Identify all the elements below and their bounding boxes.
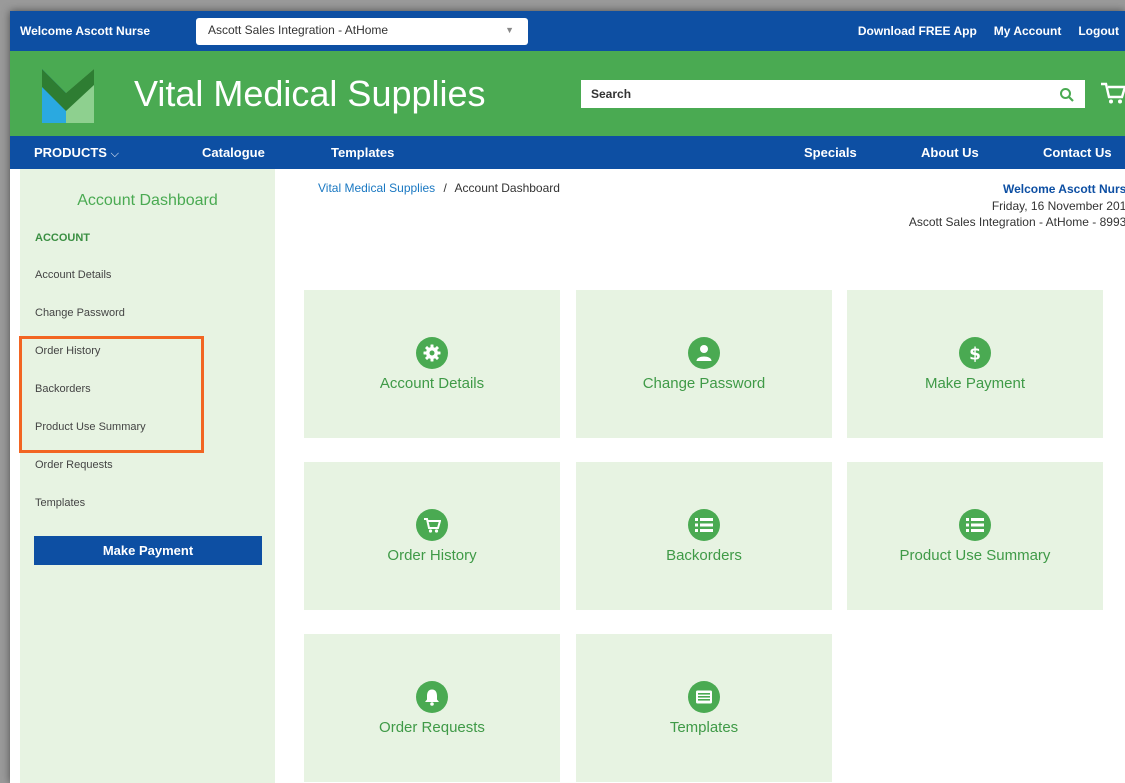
tile-label: Make Payment <box>924 375 1026 392</box>
logo[interactable] <box>42 65 98 123</box>
tile-account-details[interactable]: Account Details <box>304 290 560 438</box>
sidebar-item-order-requests[interactable]: Order Requests <box>35 459 113 471</box>
tile-label: Change Password <box>642 375 766 392</box>
user-info: Welcome Ascott Nurse Friday, 16 November… <box>909 181 1125 231</box>
chevron-down-icon: ⌵ <box>110 148 119 160</box>
page: Welcome Ascott Nurse Ascott Sales Integr… <box>10 11 1125 783</box>
my-account-link[interactable]: My Account <box>994 24 1062 38</box>
tile-make-payment[interactable]: $ Make Payment <box>847 290 1103 438</box>
tile-order-history[interactable]: Order History <box>304 462 560 610</box>
current-date: Friday, 16 November 2018 <box>991 198 1125 213</box>
tile-label: Backorders <box>666 547 742 564</box>
nav-products[interactable]: PRODUCTS ⌵ <box>34 145 119 161</box>
breadcrumb-current: Account Dashboard <box>454 181 560 195</box>
search-icon[interactable] <box>1059 87 1075 103</box>
highlight-annotation <box>19 336 204 453</box>
breadcrumb-separator: / <box>443 181 447 195</box>
account-select[interactable]: Ascott Sales Integration - AtHome ▼ <box>196 18 528 45</box>
nav-contact[interactable]: Contact Us <box>1043 145 1112 160</box>
logout-link[interactable]: Logout <box>1078 24 1119 38</box>
tile-label: Order History <box>387 547 477 564</box>
nav-catalogue[interactable]: Catalogue <box>202 145 265 160</box>
tile-change-password[interactable]: Change Password <box>576 290 832 438</box>
nav-products-label: PRODUCTS <box>34 145 107 160</box>
sidebar-item-account-details[interactable]: Account Details <box>35 269 111 281</box>
account-info: Ascott Sales Integration - AtHome - 8993… <box>908 215 1125 229</box>
breadcrumb-home-link[interactable]: Vital Medical Supplies <box>318 181 435 195</box>
cart-icon <box>416 509 448 541</box>
download-app-link[interactable]: Download FREE App <box>858 24 977 38</box>
search-placeholder: Search <box>591 87 632 101</box>
tile-order-requests[interactable]: Order Requests <box>304 634 560 782</box>
chevron-down-icon: ▼ <box>505 25 514 35</box>
sidebar-section-account: ACCOUNT <box>35 232 90 244</box>
tile-product-use-summary[interactable]: Product Use Summary <box>847 462 1103 610</box>
sidebar-item-change-password[interactable]: Change Password <box>35 307 125 319</box>
template-icon <box>688 681 720 713</box>
bell-icon <box>416 681 448 713</box>
nav-specials[interactable]: Specials <box>804 145 857 160</box>
site-header: Vital Medical Supplies Search <box>10 51 1125 136</box>
sidebar-title: Account Dashboard <box>77 192 218 209</box>
user-icon <box>688 337 720 369</box>
nav-about[interactable]: About Us <box>921 145 979 160</box>
top-links: Download FREE App My Account Logout <box>858 24 1119 38</box>
tile-label: Product Use Summary <box>899 547 1051 564</box>
cart-icon[interactable] <box>1100 81 1125 105</box>
sidebar-item-templates[interactable]: Templates <box>35 497 85 509</box>
tile-label: Order Requests <box>379 719 485 736</box>
user-welcome: Welcome Ascott Nurse <box>1002 182 1125 196</box>
list-icon <box>688 509 720 541</box>
tile-templates[interactable]: Templates <box>576 634 832 782</box>
dollar-icon: $ <box>959 337 991 369</box>
list-icon <box>959 509 991 541</box>
main-nav: PRODUCTS ⌵ Catalogue Templates Specials … <box>10 136 1125 169</box>
nav-templates[interactable]: Templates <box>331 145 394 160</box>
tile-backorders[interactable]: Backorders <box>576 462 832 610</box>
gear-icon <box>416 337 448 369</box>
top-bar: Welcome Ascott Nurse Ascott Sales Integr… <box>10 11 1125 51</box>
svg-text:$: $ <box>969 345 981 363</box>
sidebar: Account Dashboard ACCOUNT Account Detail… <box>20 169 275 783</box>
brand-name[interactable]: Vital Medical Supplies <box>134 73 486 115</box>
tile-label: Account Details <box>379 375 485 392</box>
search-input[interactable]: Search <box>581 80 1085 108</box>
tile-label: Templates <box>669 719 739 736</box>
welcome-text: Welcome Ascott Nurse <box>20 24 151 38</box>
breadcrumb: Vital Medical Supplies / Account Dashboa… <box>318 181 560 195</box>
make-payment-button[interactable]: Make Payment <box>34 536 262 565</box>
account-select-value: Ascott Sales Integration - AtHome <box>208 23 389 37</box>
